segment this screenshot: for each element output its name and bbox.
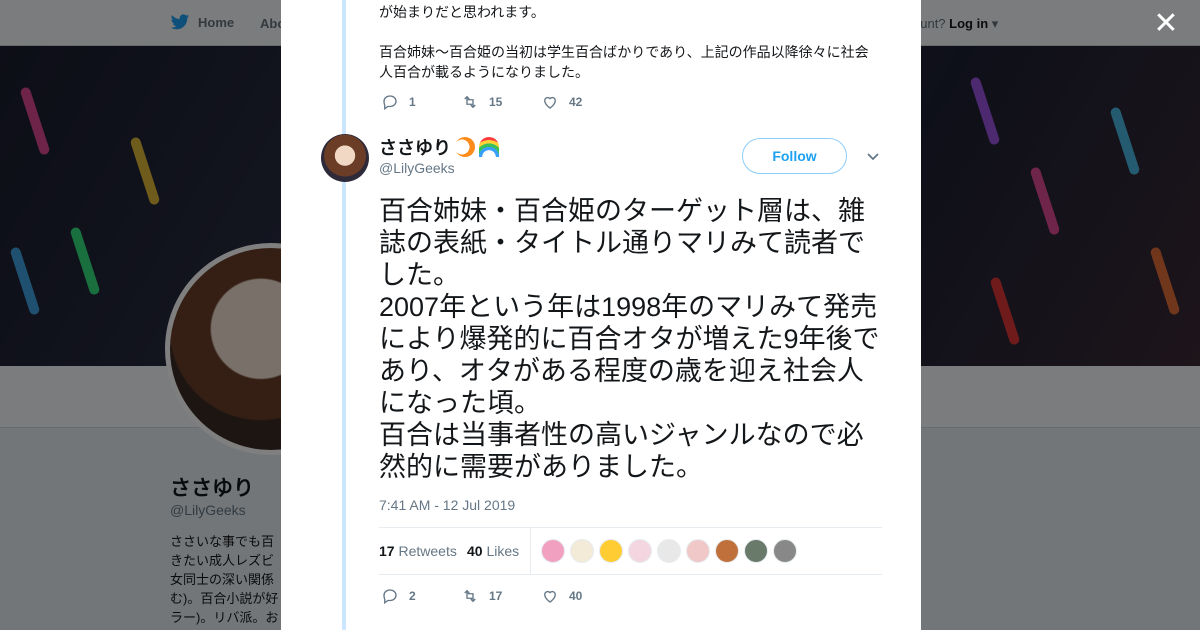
reply-icon [383, 95, 397, 111]
close-icon[interactable]: ✕ [1152, 9, 1180, 39]
liker-avatar[interactable] [686, 539, 710, 563]
likes-stat-label: Likes [486, 543, 520, 559]
likes-stat[interactable]: 40 Likes [467, 543, 519, 559]
liker-avatar[interactable] [744, 539, 768, 563]
likes-stat-count: 40 [467, 543, 483, 559]
tweet-author-name[interactable]: ささゆり [379, 134, 499, 160]
heart-icon [544, 96, 556, 109]
previous-tweet-text: が始まりだと思われます。 百合姉妹〜百合姫の当初は学生百合ばかりであり、上記の作… [379, 4, 869, 80]
retweets-stat-count: 17 [379, 543, 395, 559]
like-count: 42 [569, 95, 583, 109]
like-button[interactable]: 40 [541, 587, 621, 605]
tweet-author-handle[interactable]: @LilyGeeks [379, 160, 455, 176]
tweet-stats: 17 Retweets 40 Likes [379, 527, 882, 575]
stats-divider [530, 528, 531, 575]
liker-avatar[interactable] [715, 539, 739, 563]
retweets-stat-label: Retweets [398, 543, 457, 559]
crescent-moon-icon [455, 137, 475, 157]
retweets-stat[interactable]: 17 Retweets [379, 543, 457, 559]
heart-icon [544, 590, 556, 603]
author-name-text: ささゆり [379, 138, 451, 158]
liker-avatar[interactable] [657, 539, 681, 563]
tweet-timestamp[interactable]: 7:41 AM - 12 Jul 2019 [379, 497, 515, 513]
retweet-count: 15 [489, 95, 503, 109]
tweet-author-avatar[interactable] [321, 134, 369, 182]
reply-icon [383, 589, 397, 605]
retweet-icon [464, 95, 476, 109]
previous-tweet-actions: 1 15 42 [381, 93, 621, 111]
retweet-count: 17 [489, 589, 503, 603]
thread-connector-line [342, 0, 346, 630]
reply-count: 2 [409, 589, 416, 603]
follow-button[interactable]: Follow [742, 138, 847, 174]
reply-count: 1 [409, 95, 416, 109]
reply-button[interactable]: 1 [381, 93, 461, 111]
retweet-button[interactable]: 17 [461, 587, 541, 605]
retweet-button[interactable]: 15 [461, 93, 541, 111]
liker-avatar[interactable] [628, 539, 652, 563]
tweet-text: 百合姉妹・百合姫のターゲット層は、雑誌の表紙・タイトル通りマリみて読者でした。 … [379, 196, 880, 482]
liker-avatar[interactable] [773, 539, 797, 563]
liker-avatar[interactable] [599, 539, 623, 563]
tweet-actions: 2 17 40 [381, 587, 621, 605]
liker-avatar[interactable] [541, 539, 565, 563]
liker-avatar[interactable] [570, 539, 594, 563]
chevron-down-icon[interactable] [865, 148, 881, 164]
like-count: 40 [569, 589, 583, 603]
reply-button[interactable]: 2 [381, 587, 461, 605]
likers-avatars [541, 539, 797, 563]
like-button[interactable]: 42 [541, 93, 621, 111]
tweet-permalink-modal: が始まりだと思われます。 百合姉妹〜百合姫の当初は学生百合ばかりであり、上記の作… [281, 0, 921, 630]
retweet-icon [464, 589, 476, 603]
rainbow-icon [479, 137, 499, 157]
